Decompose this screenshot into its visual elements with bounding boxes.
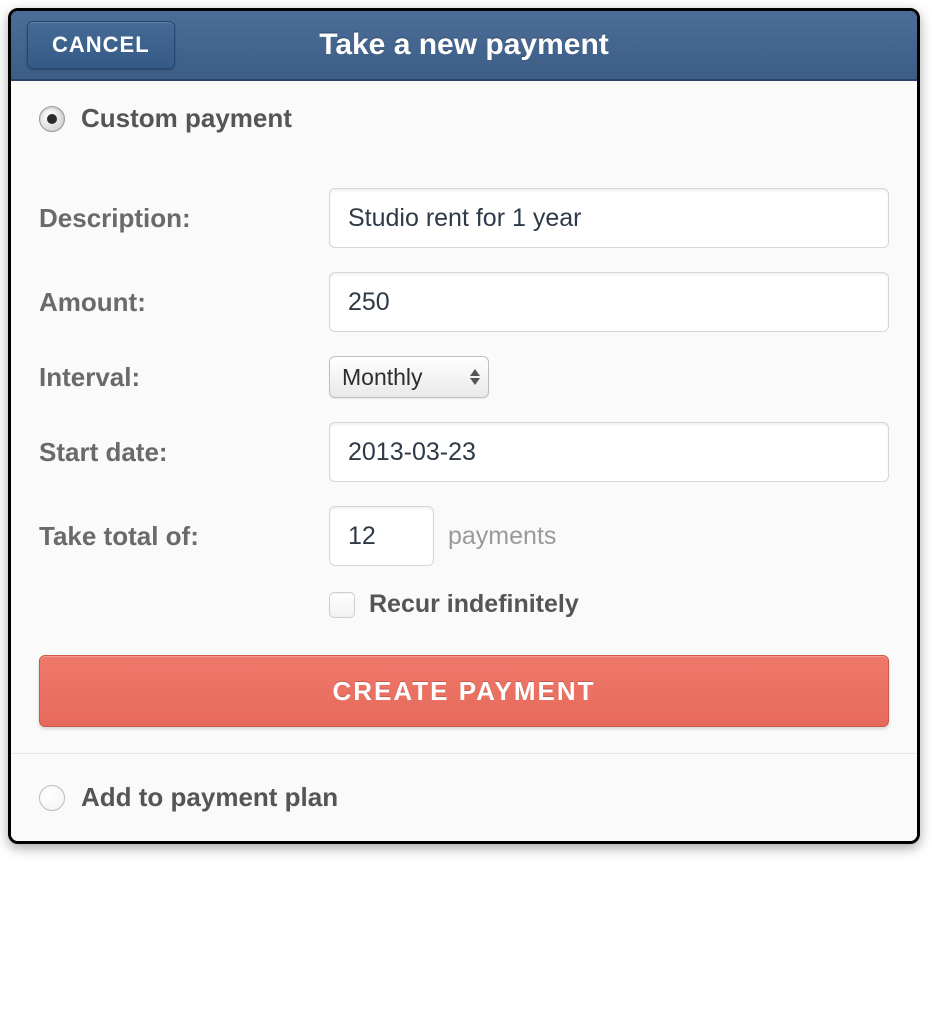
row-amount: Amount: <box>39 272 889 332</box>
cancel-button[interactable]: CANCEL <box>27 21 175 69</box>
custom-payment-label: Custom payment <box>81 103 292 134</box>
start-date-label: Start date: <box>39 437 329 468</box>
row-start-date: Start date: <box>39 422 889 482</box>
row-total: Take total of: payments <box>39 506 889 566</box>
recur-label: Recur indefinitely <box>369 590 579 619</box>
add-to-plan-head[interactable]: Add to payment plan <box>11 753 917 841</box>
description-input[interactable] <box>329 188 889 248</box>
custom-payment-radio[interactable] <box>39 106 65 132</box>
total-label: Take total of: <box>39 521 329 552</box>
create-payment-button[interactable]: CREATE PAYMENT <box>39 655 889 727</box>
amount-label: Amount: <box>39 287 329 318</box>
row-interval: Interval: Monthly <box>39 356 889 398</box>
titlebar: CANCEL Take a new payment <box>11 11 917 81</box>
payment-dialog: CANCEL Take a new payment Custom payment… <box>8 8 920 844</box>
interval-label: Interval: <box>39 362 329 393</box>
start-date-input[interactable] <box>329 422 889 482</box>
panel: Custom payment Description: Amount: Inte… <box>11 81 917 841</box>
custom-payment-head[interactable]: Custom payment <box>11 81 917 144</box>
total-suffix: payments <box>448 522 556 551</box>
payment-form: Description: Amount: Interval: Monthly <box>11 144 917 753</box>
interval-value: Monthly <box>342 364 423 391</box>
description-label: Description: <box>39 203 329 234</box>
recur-checkbox[interactable] <box>329 592 355 618</box>
total-input[interactable] <box>329 506 434 566</box>
row-recur: Recur indefinitely <box>39 590 889 619</box>
amount-input[interactable] <box>329 272 889 332</box>
interval-select[interactable]: Monthly <box>329 356 489 398</box>
add-to-plan-label: Add to payment plan <box>81 782 338 813</box>
row-description: Description: <box>39 188 889 248</box>
add-to-plan-radio[interactable] <box>39 785 65 811</box>
